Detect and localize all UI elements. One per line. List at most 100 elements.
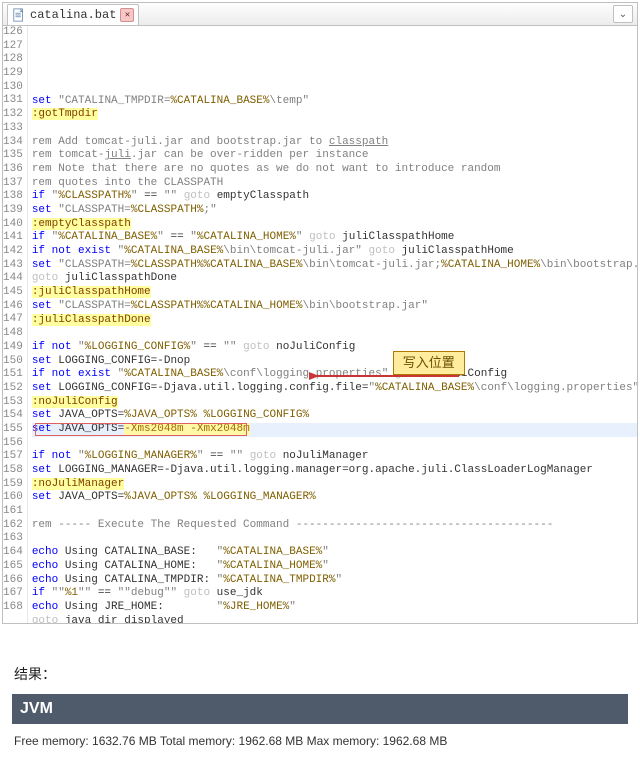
code-line — [32, 533, 637, 547]
line-number: 138 — [3, 190, 23, 204]
code-line: set JAVA_OPTS=%JAVA_OPTS% %LOGGING_MANAG… — [32, 491, 637, 505]
code-line: if not exist "%CATALINA_BASE%\bin\tomcat… — [32, 245, 637, 259]
jvm-memory-line: Free memory: 1632.76 MB Total memory: 19… — [14, 734, 640, 748]
line-number: 130 — [3, 81, 23, 95]
code-line: echo Using CATALINA_TMPDIR: "%CATALINA_T… — [32, 574, 637, 588]
line-number: 152 — [3, 382, 23, 396]
code-line: :juliClasspathDone — [32, 314, 637, 328]
line-number: 128 — [3, 53, 23, 67]
line-number: 165 — [3, 560, 23, 574]
line-number: 160 — [3, 491, 23, 505]
line-number: 159 — [3, 478, 23, 492]
close-icon[interactable]: ✕ — [120, 8, 134, 22]
line-number: 129 — [3, 67, 23, 81]
line-number: 146 — [3, 300, 23, 314]
code-line — [32, 437, 637, 451]
code-line — [32, 327, 637, 341]
line-number: 147 — [3, 313, 23, 327]
line-number: 155 — [3, 423, 23, 437]
chevron-down-icon: ⌄ — [619, 9, 627, 20]
line-number: 141 — [3, 231, 23, 245]
code-line: if "%CATALINA_BASE%" == "%CATALINA_HOME%… — [32, 231, 637, 245]
total-memory-label: Total memory: — [157, 734, 239, 748]
code-line: rem Add tomcat-juli.jar and bootstrap.ja… — [32, 136, 637, 150]
code-line: rem tomcat-juli.jar can be over-ridden p… — [32, 149, 637, 163]
line-number: 153 — [3, 396, 23, 410]
code-line — [32, 505, 637, 519]
code-line: rem quotes into the CLASSPATH — [32, 177, 637, 191]
results-heading: 结果： — [14, 664, 640, 684]
jvm-title-label: JVM — [20, 700, 53, 718]
line-number: 168 — [3, 601, 23, 615]
code-line: :noJuliConfig — [32, 396, 637, 410]
total-memory-value: 1962.68 MB — [239, 734, 304, 748]
code-line: :juliClasspathHome — [32, 286, 637, 300]
free-memory-label: Free memory: — [14, 734, 92, 748]
code-line: set "CLASSPATH=%CLASSPATH%%CATALINA_BASE… — [32, 259, 637, 273]
line-number: 133 — [3, 122, 23, 136]
code-line: if "%CLASSPATH%" == "" goto emptyClasspa… — [32, 190, 637, 204]
line-number: 166 — [3, 574, 23, 588]
code-line: rem ----- Execute The Requested Command … — [32, 519, 637, 533]
line-number: 132 — [3, 108, 23, 122]
highlight-box — [35, 423, 247, 436]
code-line: echo Using CATALINA_HOME: "%CATALINA_HOM… — [32, 560, 637, 574]
code-line: goto juliClasspathDone — [32, 272, 637, 286]
code-line: echo Using CATALINA_BASE: "%CATALINA_BAS… — [32, 546, 637, 560]
code-line: goto java_dir_displayed — [32, 615, 637, 623]
line-number: 167 — [3, 587, 23, 601]
line-number: 158 — [3, 464, 23, 478]
line-number: 135 — [3, 149, 23, 163]
line-number: 131 — [3, 94, 23, 108]
line-number: 162 — [3, 519, 23, 533]
line-number: 142 — [3, 245, 23, 259]
line-number-gutter: 1261271281291301311321331341351361371381… — [3, 26, 28, 623]
line-number: 164 — [3, 546, 23, 560]
line-number: 148 — [3, 327, 23, 341]
code-line: :gotTmpdir — [32, 108, 637, 122]
line-number: 156 — [3, 437, 23, 451]
line-number: 150 — [3, 355, 23, 369]
line-number: 139 — [3, 204, 23, 218]
code-line: rem Note that there are no quotes as we … — [32, 163, 637, 177]
file-tab[interactable]: catalina.bat ✕ — [7, 4, 139, 25]
code-line: set "CLASSPATH=%CLASSPATH%;" — [32, 204, 637, 218]
annotation-callout: 写入位置 — [243, 348, 309, 403]
line-number: 144 — [3, 272, 23, 286]
page: catalina.bat ✕ ⌄ 12612712812913013113213… — [0, 2, 640, 748]
code-area[interactable]: 1261271281291301311321331341351361371381… — [3, 26, 637, 623]
editor-window: catalina.bat ✕ ⌄ 12612712812913013113213… — [2, 2, 638, 624]
code-line: set "CLASSPATH=%CLASSPATH%%CATALINA_HOME… — [32, 300, 637, 314]
code-line: :noJuliManager — [32, 478, 637, 492]
code-content[interactable]: set "CATALINA_TMPDIR=%CATALINA_BASE%\tem… — [28, 26, 637, 623]
line-number: 163 — [3, 532, 23, 546]
code-line: :emptyClasspath — [32, 218, 637, 232]
file-icon — [12, 8, 26, 22]
max-memory-value: 1962.68 MB — [383, 734, 448, 748]
file-tab-label: catalina.bat — [30, 8, 116, 22]
line-number: 140 — [3, 218, 23, 232]
line-number: 136 — [3, 163, 23, 177]
annotation-label: 写入位置 — [393, 351, 465, 375]
code-line: set LOGGING_MANAGER=-Djava.util.logging.… — [32, 464, 637, 478]
code-line — [32, 122, 637, 136]
line-number: 143 — [3, 259, 23, 273]
code-line: set JAVA_OPTS=-Xms2048m -Xmx2048m — [32, 423, 637, 437]
code-line: if not "%LOGGING_MANAGER%" == "" goto no… — [32, 450, 637, 464]
line-number: 157 — [3, 450, 23, 464]
free-memory-value: 1632.76 MB — [92, 734, 157, 748]
code-line: if not "%LOGGING_CONFIG%" == "" goto noJ… — [32, 341, 637, 355]
line-number: 134 — [3, 136, 23, 150]
line-number: 126 — [3, 26, 23, 40]
code-line: if ""%1"" == ""debug"" goto use_jdk — [32, 587, 637, 601]
tab-strip: catalina.bat ✕ ⌄ — [3, 3, 637, 26]
line-number: 145 — [3, 286, 23, 300]
code-line: echo Using JRE_HOME: "%JRE_HOME%" — [32, 601, 637, 615]
line-number: 154 — [3, 409, 23, 423]
code-line: set "CATALINA_TMPDIR=%CATALINA_BASE%\tem… — [32, 95, 637, 109]
line-number: 127 — [3, 40, 23, 54]
tabs-dropdown-button[interactable]: ⌄ — [613, 5, 633, 23]
line-number: 149 — [3, 341, 23, 355]
jvm-title-bar: JVM — [12, 694, 628, 724]
code-line: set JAVA_OPTS=%JAVA_OPTS% %LOGGING_CONFI… — [32, 409, 637, 423]
